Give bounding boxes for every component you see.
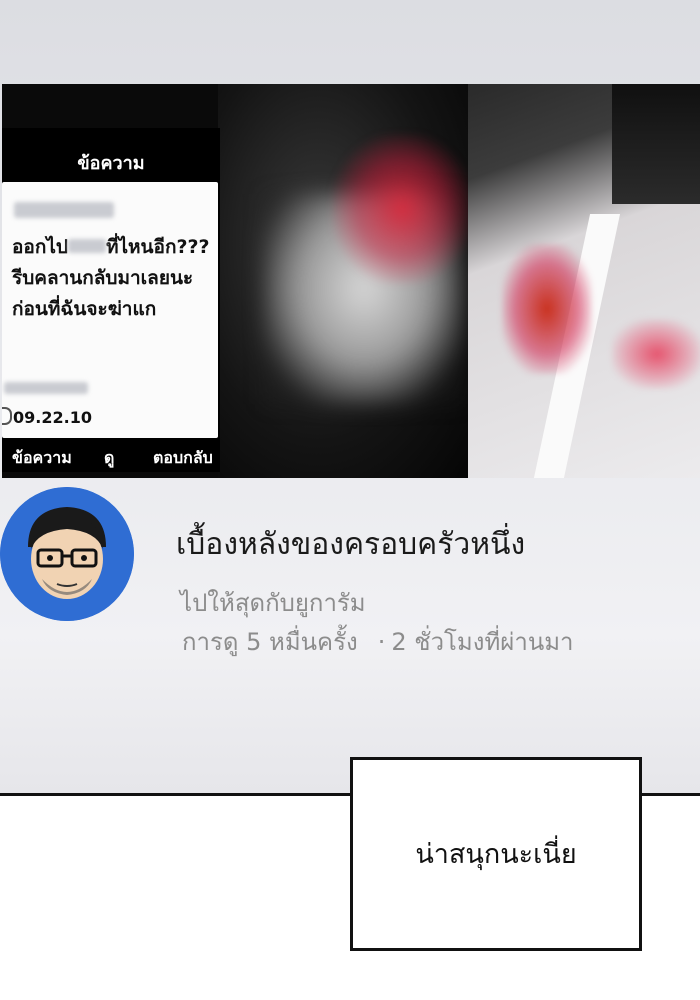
upload-time: 2 ชั่วโมงที่ผ่านมา xyxy=(391,628,574,656)
clock-icon xyxy=(2,407,12,425)
channel-name[interactable]: ไปให้สุดกับยูการัม xyxy=(180,583,366,622)
video-title[interactable]: เบื้องหลังของครอบครัวหนึ่ง xyxy=(176,521,525,568)
avatar-face-icon xyxy=(0,487,134,621)
message-timestamp: 09.22.10 xyxy=(2,407,92,427)
message-text: ที่ไหนอีก??? xyxy=(105,236,210,258)
speech-text: น่าสนุกนะเนี่ย xyxy=(415,839,577,870)
message-popup-header: ข้อความ xyxy=(77,153,145,174)
blood-splatter xyxy=(502,244,592,374)
message-line-2: รีบคลานกลับมาเลยนะ xyxy=(12,267,194,289)
reply-button[interactable]: ตอบกลับ xyxy=(153,446,213,471)
blurred-sender xyxy=(14,202,114,218)
video-meta: การดู 5 หมื่นครั้ง · 2 ชั่วโมงที่ผ่านมา xyxy=(182,622,574,661)
message-actions: ข้อความ ดู ตอบกลับ xyxy=(2,446,220,468)
scene-hair xyxy=(612,84,700,204)
view-count: การดู 5 หมื่นครั้ง xyxy=(182,628,358,656)
video-thumbnail[interactable]: ข้อความ ออกไป ที่ไหนอีก??? รีบคลานกลับมาเ… xyxy=(2,84,700,478)
blood-splatter xyxy=(332,134,472,284)
message-line-1: ออกไป ที่ไหนอีก??? xyxy=(12,232,210,262)
message-popup: ข้อความ ออกไป ที่ไหนอีก??? รีบคลานกลับมาเ… xyxy=(2,128,220,472)
channel-avatar[interactable] xyxy=(0,487,134,621)
message-text: ออกไป xyxy=(12,236,68,258)
message-card: ออกไป ที่ไหนอีก??? รีบคลานกลับมาเลยนะ ก่อ… xyxy=(2,182,218,438)
blurred-name xyxy=(67,239,106,253)
view-button[interactable]: ดู xyxy=(104,446,114,471)
meta-separator: · xyxy=(377,628,386,656)
timestamp-text: 09.22.10 xyxy=(13,408,92,427)
message-button[interactable]: ข้อความ xyxy=(12,446,72,471)
message-line-3: ก่อนที่ฉันจะฆ่าแก xyxy=(12,298,157,320)
speech-bubble: น่าสนุกนะเนี่ย xyxy=(350,757,642,951)
blurred-info xyxy=(4,382,88,394)
blood-splatter xyxy=(612,319,700,389)
